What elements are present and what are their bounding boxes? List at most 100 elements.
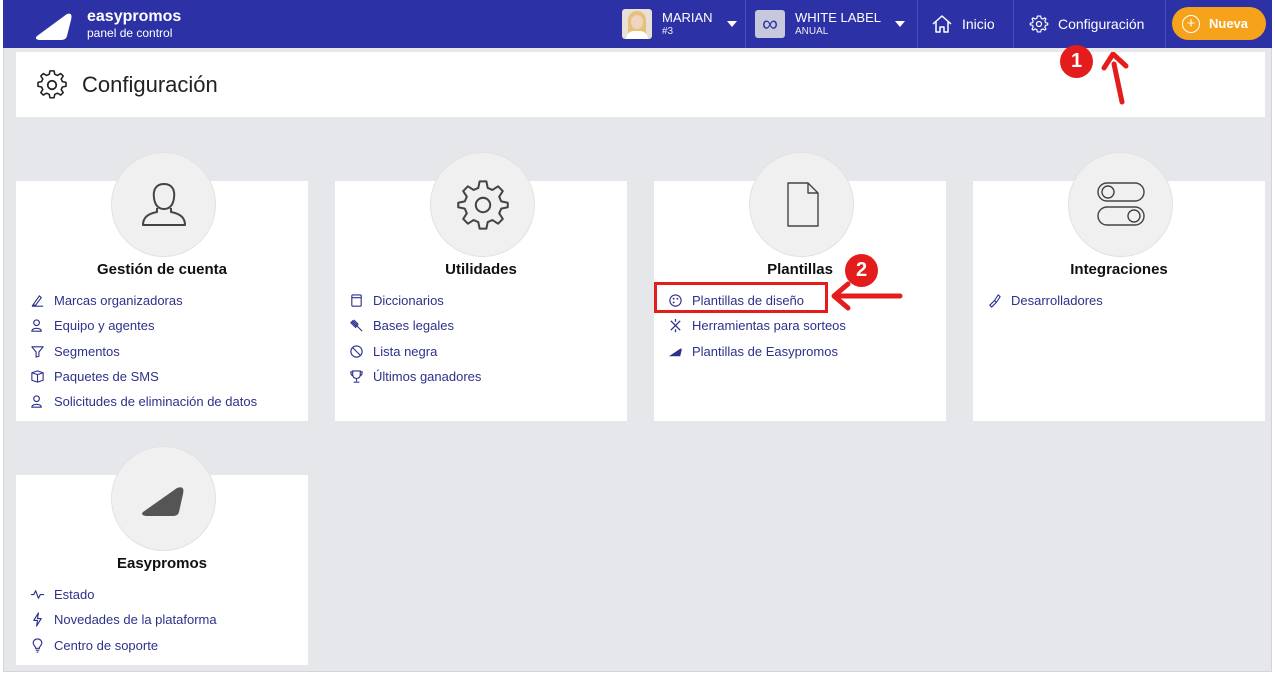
nav-configuration-label: Configuración xyxy=(1058,16,1145,32)
new-button-label: Nueva xyxy=(1209,16,1249,31)
link-label: Estado xyxy=(54,587,95,603)
top-navigation-bar: easypromos panel de control MARIAN #3 ∞ … xyxy=(3,0,1272,48)
filter-icon xyxy=(31,345,44,358)
link-blacklist[interactable]: Lista negra xyxy=(349,339,481,364)
user-icon xyxy=(141,182,186,226)
divider xyxy=(917,0,918,48)
link-team-agents[interactable]: Equipo y agentes xyxy=(30,313,257,338)
nav-home-label: Inicio xyxy=(962,16,995,32)
card-link-list: Diccionarios Bases legales Lista negra Ú… xyxy=(349,288,481,389)
card-title: Utilidades xyxy=(445,261,517,278)
annotation-arrow-2 xyxy=(831,281,903,311)
user-delete-icon xyxy=(31,395,42,409)
card-icon-circle xyxy=(749,152,854,257)
pulse-icon xyxy=(30,590,45,599)
link-label: Últimos ganadores xyxy=(373,369,482,385)
infinity-icon: ∞ xyxy=(755,10,785,38)
link-label: Herramientas para sorteos xyxy=(692,318,846,334)
link-label: Centro de soporte xyxy=(54,637,159,653)
document-icon xyxy=(786,181,819,227)
tools-icon xyxy=(670,319,681,333)
divider xyxy=(745,0,746,48)
easypromos-icon xyxy=(668,348,682,356)
card-title: Integraciones xyxy=(1070,261,1168,278)
gear-icon xyxy=(37,69,67,99)
link-dictionaries[interactable]: Diccionarios xyxy=(349,288,481,313)
link-legal-bases[interactable]: Bases legales xyxy=(349,313,481,338)
plan-menu[interactable]: ∞ WHITE LABEL ANUAL xyxy=(755,0,905,48)
brand-subtitle: panel de control xyxy=(87,26,173,41)
nav-home[interactable]: Inicio xyxy=(931,0,995,48)
gear-icon xyxy=(1029,15,1049,33)
card-link-list: Marcas organizadoras Equipo y agentes Se… xyxy=(30,288,257,414)
card-icon-circle xyxy=(1068,152,1173,257)
brand-name: easypromos xyxy=(87,7,182,25)
link-draw-tools[interactable]: Herramientas para sorteos xyxy=(668,313,846,338)
easypromos-logo-icon xyxy=(141,486,183,516)
card-title: Plantillas xyxy=(767,261,833,278)
card-integrations: Integraciones Desarrolladores xyxy=(973,152,1265,421)
new-button[interactable]: + Nueva xyxy=(1172,7,1266,40)
link-latest-winners[interactable]: Últimos ganadores xyxy=(349,364,481,389)
link-label: Equipo y agentes xyxy=(54,318,155,334)
chevron-down-icon xyxy=(894,21,905,27)
link-label: Segmentos xyxy=(54,343,120,359)
link-label: Plantillas de Easypromos xyxy=(692,343,838,359)
link-developers[interactable]: Desarrolladores xyxy=(987,288,1103,313)
link-label: Lista negra xyxy=(373,343,438,359)
card-title: Gestión de cuenta xyxy=(96,261,228,278)
gear-icon xyxy=(456,179,509,230)
link-support-center[interactable]: Centro de soporte xyxy=(30,633,217,658)
card-utilities: Utilidades Diccionarios Bases legales Li… xyxy=(335,152,627,421)
bolt-icon xyxy=(33,612,42,628)
nav-configuration[interactable]: Configuración xyxy=(1029,0,1144,48)
annotation-badge-1: 1 xyxy=(1060,45,1093,78)
plus-icon: + xyxy=(1182,14,1200,33)
link-label: Marcas organizadoras xyxy=(54,293,183,309)
users-icon xyxy=(31,319,42,333)
blocked-icon xyxy=(350,345,363,358)
card-icon-circle xyxy=(111,446,216,551)
trophy-icon xyxy=(350,370,363,383)
user-menu[interactable]: MARIAN #3 xyxy=(622,0,737,48)
card-icon-circle xyxy=(430,152,535,257)
brand-icon xyxy=(31,295,44,307)
link-label: Bases legales xyxy=(373,318,454,334)
user-id: #3 xyxy=(662,25,674,37)
link-label: Diccionarios xyxy=(373,293,444,309)
page-title: Configuración xyxy=(82,71,218,97)
annotation-highlight xyxy=(654,282,828,313)
brand[interactable]: easypromos panel de control xyxy=(33,6,181,42)
link-segments[interactable]: Segmentos xyxy=(30,339,257,364)
link-label: Novedades de la plataforma xyxy=(54,612,217,628)
plan-name: WHITE LABEL xyxy=(795,9,881,25)
card-easypromos: Easypromos Estado Novedades de la plataf… xyxy=(16,446,308,665)
plan-period: ANUAL xyxy=(795,25,829,37)
link-status[interactable]: Estado xyxy=(30,582,217,607)
link-label: Paquetes de SMS xyxy=(54,369,159,385)
card-icon-circle xyxy=(111,152,216,257)
link-sms-packages[interactable]: Paquetes de SMS xyxy=(30,364,257,389)
card-link-list: Desarrolladores xyxy=(987,288,1103,313)
divider xyxy=(1013,0,1014,48)
toggles-icon xyxy=(1096,181,1145,226)
card-account-management: Gestión de cuenta Marcas organizadoras E… xyxy=(16,152,308,421)
package-icon xyxy=(31,370,44,383)
developer-icon xyxy=(989,294,1001,308)
link-easypromos-templates[interactable]: Plantillas de Easypromos xyxy=(668,339,846,364)
dictionary-icon xyxy=(351,294,362,307)
link-label: Solicitudes de eliminación de datos xyxy=(54,394,258,410)
gavel-icon xyxy=(350,319,363,332)
user-name: MARIAN xyxy=(662,9,713,25)
chevron-down-icon xyxy=(726,21,737,27)
annotation-arrow-1 xyxy=(1101,52,1129,105)
home-icon xyxy=(932,15,952,33)
divider xyxy=(1165,0,1166,48)
link-organizing-brands[interactable]: Marcas organizadoras xyxy=(30,288,257,313)
link-data-deletion-requests[interactable]: Solicitudes de eliminación de datos xyxy=(30,389,257,414)
lightbulb-icon xyxy=(32,638,43,653)
link-label: Desarrolladores xyxy=(1011,293,1103,309)
card-title: Easypromos xyxy=(116,555,208,572)
card-link-list: Estado Novedades de la plataforma Centro… xyxy=(30,582,217,658)
link-platform-news[interactable]: Novedades de la plataforma xyxy=(30,607,217,632)
